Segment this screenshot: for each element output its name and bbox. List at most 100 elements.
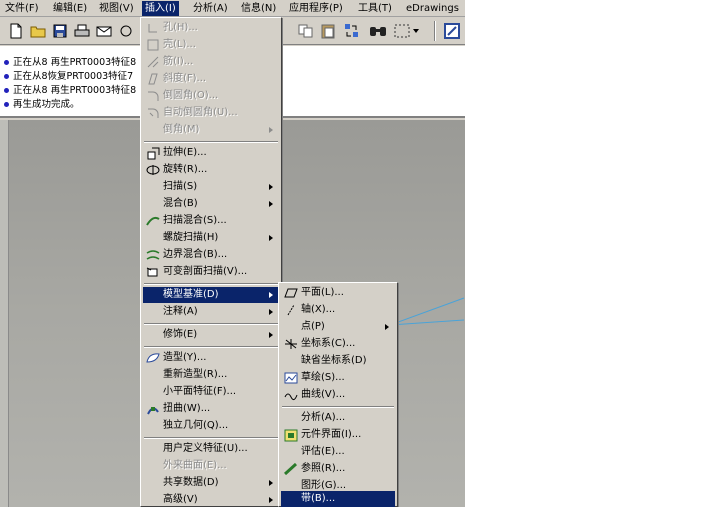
menu-item-label: 坐标系(C)... xyxy=(301,338,356,349)
menu-item-coordinate-system[interactable]: 坐标系(C)... xyxy=(281,336,395,352)
menu-item-cosmetic[interactable]: 修饰(E) xyxy=(143,327,279,343)
menu-item-extrude[interactable]: 拉伸(E)... xyxy=(143,145,279,161)
find-binoculars-icon[interactable] xyxy=(368,21,388,41)
menu-item-variable-section-sweep[interactable]: 可变剖面扫描(V)... xyxy=(143,264,279,280)
menu-item-boundary-blend[interactable]: 边界混合(B)... xyxy=(143,247,279,263)
menu-item-label: 注释(A) xyxy=(163,306,198,317)
open-folder-icon[interactable] xyxy=(28,21,48,41)
menu-item-label: 小平面特征(F)... xyxy=(163,386,237,397)
menu-item-evaluate[interactable]: 评估(E)... xyxy=(281,444,395,460)
menu-info[interactable]: 信息(N) xyxy=(238,1,279,16)
menu-item-label: 可变剖面扫描(V)... xyxy=(163,266,248,277)
menu-item-foreign-surface[interactable]: 外来曲面(E)... xyxy=(143,458,279,474)
menu-item-component-interface[interactable]: 元件界面(I)... xyxy=(281,427,395,443)
menu-item-label: 扫描(S) xyxy=(163,181,198,192)
menu-item-model-datum[interactable]: 模型基准(D) xyxy=(143,287,279,303)
extrude-icon xyxy=(146,146,160,160)
paste-icon[interactable] xyxy=(318,21,338,41)
new-file-icon[interactable] xyxy=(6,21,26,41)
menu-item-draft[interactable]: 斜度(F)... xyxy=(143,71,279,87)
menu-item-auto-round[interactable]: 自动倒圆角(U)... xyxy=(143,105,279,121)
menu-separator xyxy=(144,141,278,143)
shell-icon xyxy=(146,38,160,52)
menu-item-chamfer[interactable]: 倒角(M) xyxy=(143,122,279,138)
menu-item-sketch[interactable]: 草绘(S)... xyxy=(281,370,395,386)
menu-item-datum-point[interactable]: 点(P) xyxy=(281,319,395,335)
menu-file[interactable]: 文件(F) xyxy=(2,1,42,16)
menu-analysis[interactable]: 分析(A) xyxy=(190,1,231,16)
menu-item-shell[interactable]: 壳(L)... xyxy=(143,37,279,53)
menu-item-shared-data[interactable]: 共享数据(D) xyxy=(143,475,279,491)
menu-item-label: 共享数据(D) xyxy=(163,477,219,488)
menu-item-rib[interactable]: 筋(I)... xyxy=(143,54,279,70)
menu-item-label: 缺省坐标系(D) xyxy=(301,355,367,366)
menu-edrawings[interactable]: eDrawings xyxy=(403,1,462,16)
menu-item-label: 曲线(V)... xyxy=(301,389,346,400)
menu-item-warp[interactable]: 扭曲(W)... xyxy=(143,401,279,417)
menu-item-revolve[interactable]: 旋转(R)... xyxy=(143,162,279,178)
menu-item-helical-sweep[interactable]: 螺旋扫描(H) xyxy=(143,230,279,246)
menu-applications[interactable]: 应用程序(P) xyxy=(286,1,346,16)
toolbar-separator xyxy=(434,21,436,41)
menu-separator xyxy=(144,283,278,285)
window-icon[interactable] xyxy=(442,21,462,41)
menu-item-reference[interactable]: 参照(R)... xyxy=(281,461,395,477)
copy-icon[interactable] xyxy=(296,21,316,41)
menu-item-sweep[interactable]: 扫描(S) xyxy=(143,179,279,195)
menu-tools[interactable]: 工具(T) xyxy=(355,1,395,16)
print-icon[interactable] xyxy=(72,21,92,41)
boundary-blend-icon xyxy=(146,248,160,262)
reference-icon xyxy=(284,462,298,476)
menu-item-facet-feature[interactable]: 小平面特征(F)... xyxy=(143,384,279,400)
menu-item-annotation[interactable]: 注释(A) xyxy=(143,304,279,320)
repaint-icon[interactable] xyxy=(116,21,136,41)
menu-edit[interactable]: 编辑(E) xyxy=(50,1,90,16)
save-icon[interactable] xyxy=(50,21,70,41)
menu-item-label: 扫描混合(S)... xyxy=(163,215,227,226)
regenerate-icon[interactable] xyxy=(342,21,362,41)
menu-item-label: 修饰(E) xyxy=(163,329,198,340)
menu-item-datum-analysis[interactable]: 分析(A)... xyxy=(281,410,395,426)
rib-icon xyxy=(146,55,160,69)
menu-item-label: 图形(G)... xyxy=(301,480,347,491)
menu-item-blend[interactable]: 混合(B) xyxy=(143,196,279,212)
selection-box-icon[interactable] xyxy=(392,21,420,41)
menu-item-ribbon[interactable]: 带(B)... xyxy=(281,491,395,507)
menu-item-label: 点(P) xyxy=(301,321,325,332)
menu-item-default-csys[interactable]: 缺省坐标系(D) xyxy=(281,353,395,369)
auto-round-icon xyxy=(146,106,160,120)
message-line: 正在从8 再生PRT0003特征8 xyxy=(4,84,136,98)
menu-item-label: 拉伸(E)... xyxy=(163,147,207,158)
menu-item-restyle[interactable]: 重新造型(R)... xyxy=(143,367,279,383)
menu-item-label: 旋转(R)... xyxy=(163,164,208,175)
menu-item-datum-axis[interactable]: 轴(X)... xyxy=(281,302,395,318)
model-datum-submenu: 平面(L)... 轴(X)... 点(P) 坐标系(C)... 缺省坐标系(D)… xyxy=(278,282,398,507)
menu-item-label: 元件界面(I)... xyxy=(301,429,362,440)
menu-item-label: 高级(V) xyxy=(163,494,198,505)
menu-item-datum-plane[interactable]: 平面(L)... xyxy=(281,285,395,301)
menu-insert[interactable]: 插入(I) xyxy=(142,1,179,16)
insert-menu: 孔(H)... 壳(L)... 筋(I)... 斜度(F)... 倒圆角(O).… xyxy=(140,17,282,507)
menu-item-style[interactable]: 造型(Y)... xyxy=(143,350,279,366)
menu-item-swept-blend[interactable]: 扫描混合(S)... xyxy=(143,213,279,229)
send-mail-icon[interactable] xyxy=(94,21,114,41)
submenu-arrow-icon xyxy=(269,201,273,207)
menu-view[interactable]: 视图(V) xyxy=(96,1,137,16)
menu-item-user-defined-feature[interactable]: 用户定义特征(U)... xyxy=(143,441,279,457)
curve-icon xyxy=(284,388,298,402)
menu-item-label: 平面(L)... xyxy=(301,287,344,298)
submenu-arrow-icon xyxy=(269,184,273,190)
menu-item-independent-geometry[interactable]: 独立几何(Q)... xyxy=(143,418,279,434)
menu-item-hole[interactable]: 孔(H)... xyxy=(143,20,279,36)
menu-item-advanced[interactable]: 高级(V) xyxy=(143,492,279,507)
bullet-icon xyxy=(4,88,9,93)
menu-item-label: 扭曲(W)... xyxy=(163,403,211,414)
menu-item-label: 外来曲面(E)... xyxy=(163,460,227,471)
menu-item-label: 带(B)... xyxy=(301,493,336,504)
menu-item-label: 造型(Y)... xyxy=(163,352,207,363)
message-line: 再生成功完成。 xyxy=(4,98,80,112)
swept-blend-icon xyxy=(146,214,160,228)
menu-item-curve[interactable]: 曲线(V)... xyxy=(281,387,395,403)
menu-item-round[interactable]: 倒圆角(O)... xyxy=(143,88,279,104)
left-panel-edge[interactable] xyxy=(0,120,9,507)
